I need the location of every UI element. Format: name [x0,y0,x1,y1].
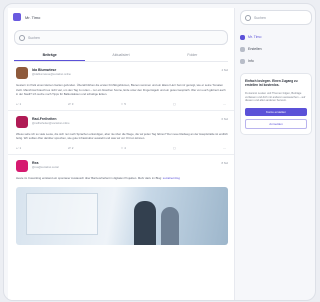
login-button[interactable]: Anmelden [245,119,307,130]
search-icon [19,34,25,41]
post-time[interactable]: 4 Std [221,68,228,72]
author-handle: @radfreiheiten@socialnet.online [32,121,70,125]
create-account-button[interactable]: Konto erstellen [245,108,307,117]
profile-tabs: Beiträge Aktualisiert Folder [14,53,228,62]
more-button[interactable]: ⋯ [223,102,226,106]
post-actions: ↩ 1 ⇄ 2 ☆ 4 ▢ ⋯ [16,146,228,150]
side-column: Suchen Mr. Timo Erstellen Info Einfach l… [240,10,312,136]
app-window: Mr. Timo Suchen Beiträge Aktualisiert Fo… [3,3,316,301]
post-actions: ↩ 1 ⇄ 3 ☆ 5 ▢ ⋯ [16,102,228,106]
image-window [26,192,98,235]
sidebar-search-input[interactable]: Suchen [240,10,312,25]
post-content: Heute im Coworking entstand ein spontane… [16,176,228,181]
sidebar-item-label: Info [248,59,254,63]
sidebar-item-info[interactable]: Info [240,55,312,67]
home-icon [240,34,245,40]
sidebar-item-label: Erstellen [248,47,262,51]
image-person [161,206,179,245]
reply-count: 1 [19,101,22,106]
boost-count: 3 [71,101,74,106]
sidebar-nav: Mr. Timo Erstellen Info [240,31,312,67]
signup-card: Einfach loslegen. Einen Zugang zu erstel… [240,73,312,136]
author-name[interactable]: Ida Blumwiese [32,68,71,72]
avatar[interactable] [16,159,28,172]
boost-count: 2 [71,145,74,150]
bookmark-button[interactable]: ▢ [173,102,176,106]
post-item[interactable]: Ida Blumwiese @idablumwiese@socialnet.on… [8,62,234,111]
more-icon: ⋯ [222,101,226,106]
post-time[interactable]: 6 Std [221,117,228,121]
star-icon: ☆ [120,145,124,150]
signup-text: Du kannst Leuten und Themen folgen, Beit… [245,91,306,103]
bookmark-icon: ▢ [173,101,176,106]
post-content: Gestern im Park einen kleinen Garten gef… [16,83,226,97]
tab-updated[interactable]: Aktualisiert [85,53,156,61]
boost-icon: ⇄ [68,145,71,150]
sidebar-item-home[interactable]: Mr. Timo [240,31,312,43]
post-time[interactable]: 8 Std [221,161,228,165]
favourite-button[interactable]: ☆ 4 [121,146,126,150]
boost-button[interactable]: ⇄ 2 [68,146,73,150]
post-content: Wieso sehe ich so viele Leute, die sich … [16,131,228,141]
favourite-button[interactable]: ☆ 5 [121,102,126,106]
post-text: Heute im Coworking entstand ein spontane… [16,175,162,180]
boost-icon: ⇄ [68,101,71,106]
page-title: Mr. Timo [25,14,41,20]
reply-icon: ↩ [16,145,19,150]
more-icon: ⋯ [222,145,226,150]
main-column: Mr. Timo Suchen Beiträge Aktualisiert Fo… [8,8,235,300]
post-item[interactable]: Rea @rea@socialnet.social 8 Std Heute im… [8,155,234,249]
star-icon: ☆ [120,101,124,106]
more-button[interactable]: ⋯ [223,146,226,150]
tab-posts[interactable]: Beiträge [14,53,86,61]
search-placeholder: Suchen [28,35,40,40]
author-handle: @idablumwiese@socialnet.online [32,73,71,76]
reply-button[interactable]: ↩ 1 [16,102,21,106]
sidebar-item-create[interactable]: Erstellen [240,43,312,55]
reply-count: 1 [19,145,22,150]
sidebar-search-placeholder: Suchen [254,15,266,20]
search-input[interactable]: Suchen [14,30,228,45]
top-bar: Mr. Timo [8,8,234,26]
post-item[interactable]: Rad-Freiheiten @radfreiheiten@socialnet.… [8,111,234,155]
info-icon [240,58,245,64]
boost-button[interactable]: ⇄ 3 [68,102,73,106]
avatar[interactable] [16,115,28,128]
favourite-count: 5 [124,101,126,106]
image-person [134,200,156,245]
signup-title: Einfach loslegen. Einen Zugang zu erstel… [245,79,298,88]
author-name[interactable]: Rea [32,161,59,165]
reply-icon: ↩ [16,101,19,106]
post-image[interactable] [16,186,228,245]
reply-button[interactable]: ↩ 1 [16,146,21,150]
author-handle: @rea@socialnet.social [32,165,59,169]
author-name[interactable]: Rad-Freiheiten [32,117,70,121]
bookmark-button[interactable]: ▢ [173,146,176,150]
tab-folder[interactable]: Folder [157,53,228,61]
favourite-count: 4 [124,145,126,150]
globe-icon [240,46,245,52]
bookmark-icon: ▢ [173,145,176,150]
sidebar-item-label: Mr. Timo [248,35,262,39]
search-icon [245,14,251,21]
avatar[interactable] [16,67,28,79]
app-logo-icon[interactable] [13,13,21,21]
post-link[interactable]: socialnet.blog [163,176,180,180]
